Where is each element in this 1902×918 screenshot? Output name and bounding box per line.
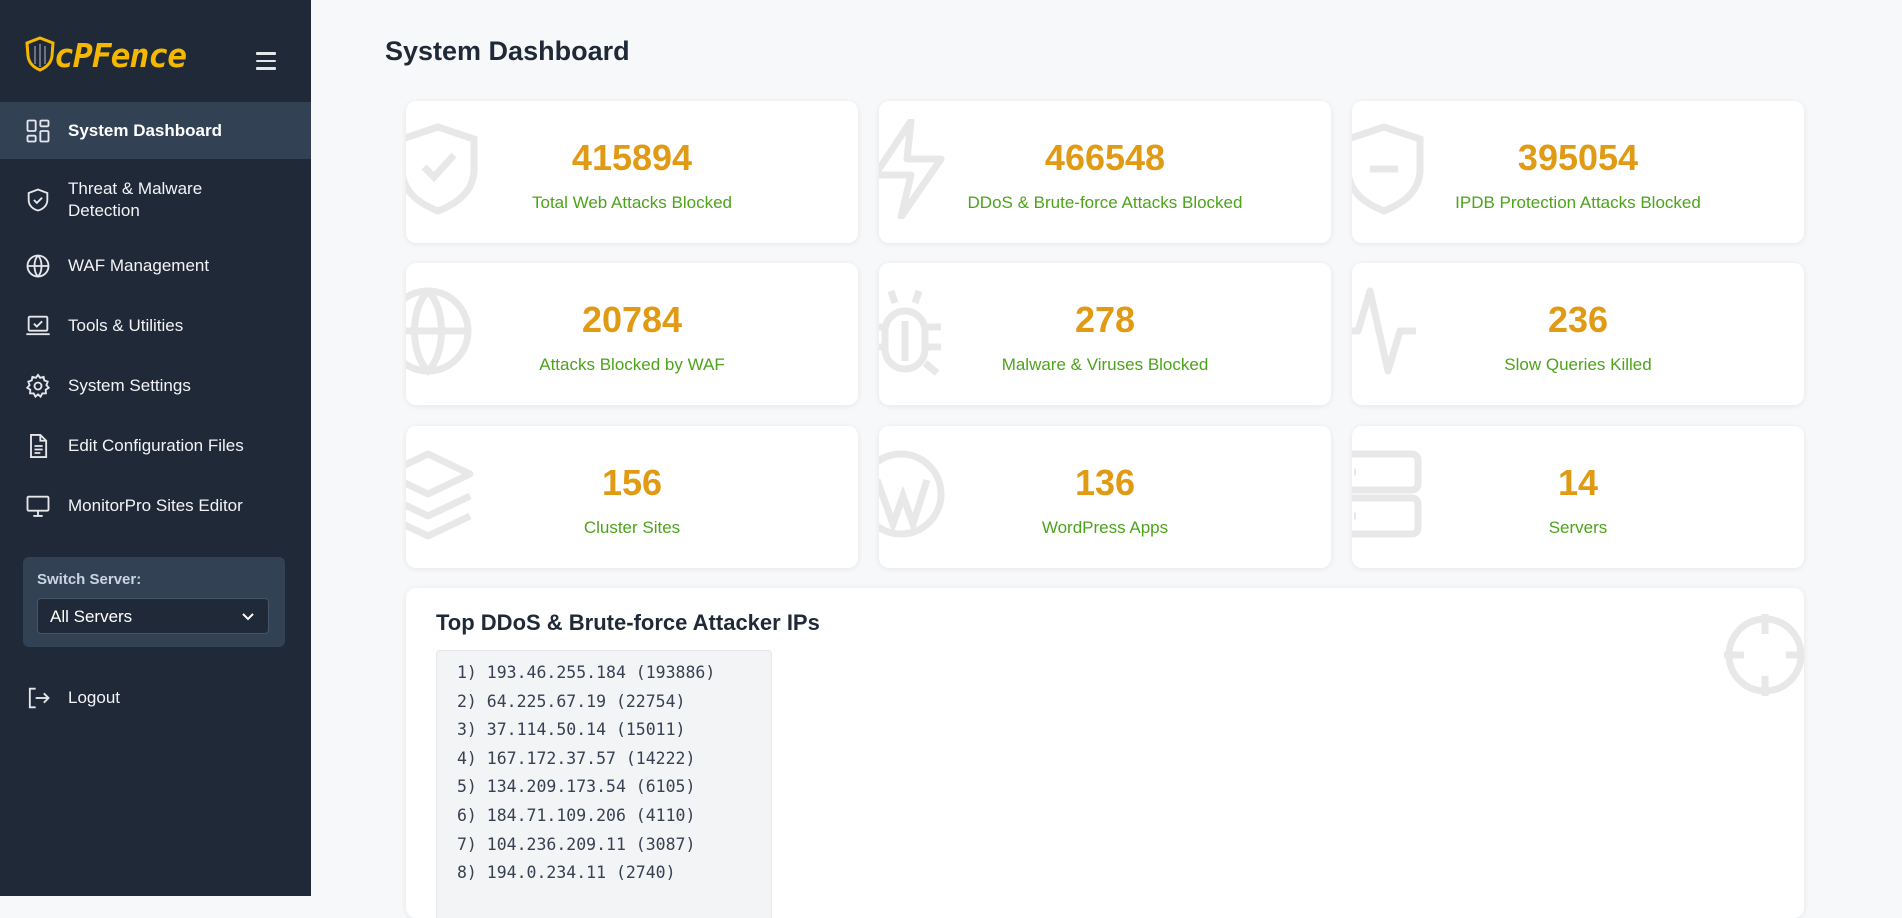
sidebar-item-label: System Dashboard — [68, 120, 222, 140]
logout-button[interactable]: Logout — [0, 670, 311, 726]
stat-card-total-web-attacks: 415894 Total Web Attacks Blocked — [406, 101, 858, 243]
stat-label: Servers — [1548, 518, 1608, 537]
stat-value: 415894 — [571, 137, 693, 178]
logo[interactable]: cPFence — [24, 34, 286, 76]
stat-card-ddos-brute-force: 466548 DDoS & Brute-force Attacks Blocke… — [879, 101, 1331, 243]
stat-label: Total Web Attacks Blocked — [531, 193, 732, 212]
chevron-down-icon — [242, 613, 254, 621]
stat-value: 136 — [1074, 462, 1136, 503]
stat-value: 466548 — [1044, 137, 1166, 178]
server-select-value: All Servers — [50, 607, 133, 626]
logo-text: cPFence — [54, 36, 187, 75]
sidebar-item-label: WAF Management — [68, 256, 210, 275]
attacker-ip-list: 1) 193.46.255.184 (193886) 2) 64.225.67.… — [436, 650, 772, 918]
stat-label: Cluster Sites — [583, 518, 681, 537]
stat-value: 395054 — [1517, 137, 1639, 178]
monitor-icon — [24, 492, 52, 520]
attacker-ip-line: 2) 64.225.67.19 (22754) — [457, 691, 686, 711]
stat-label: Malware & Viruses Blocked — [1001, 355, 1209, 374]
server-select[interactable]: All Servers — [37, 598, 269, 634]
file-text-icon — [24, 432, 52, 460]
stat-value: 278 — [1074, 299, 1136, 340]
stat-value: 14 — [1557, 462, 1599, 503]
switch-server-label: Switch Server: — [37, 571, 142, 588]
stat-card-ipdb-protection: 395054 IPDB Protection Attacks Blocked — [1352, 101, 1804, 243]
stat-card-cluster-sites: 156 Cluster Sites — [406, 426, 858, 568]
menu-toggle-icon[interactable] — [256, 52, 276, 70]
sidebar: cPFence System Dashboard Threat & Malwar… — [0, 0, 311, 896]
sidebar-item-system-settings[interactable]: System Settings — [0, 358, 311, 414]
stat-value: 20784 — [581, 299, 683, 340]
attacker-ip-line: 6) 184.71.109.206 (4110) — [457, 805, 696, 825]
stat-card-wordpress-apps: 136 WordPress Apps — [879, 426, 1331, 568]
dashboard-icon — [24, 117, 52, 145]
switch-server-panel: Switch Server: All Servers — [23, 557, 285, 647]
laptop-check-icon — [24, 312, 52, 340]
sidebar-item-edit-configuration-files[interactable]: Edit Configuration Files — [0, 418, 311, 474]
stat-label: IPDB Protection Attacks Blocked — [1455, 193, 1701, 212]
sidebar-item-threat-malware-detection[interactable]: Threat & Malware Detection — [0, 170, 311, 230]
stat-card-servers: 14 Servers — [1352, 426, 1804, 568]
sidebar-item-label: Edit Configuration Files — [68, 436, 244, 455]
attacker-ip-line: 8) 194.0.234.11 (2740) — [457, 863, 676, 883]
stat-label: Attacks Blocked by WAF — [539, 355, 725, 374]
sidebar-item-monitorpro-sites-editor[interactable]: MonitorPro Sites Editor — [0, 478, 311, 534]
attacker-ip-line: 1) 193.46.255.184 (193886) — [457, 663, 716, 682]
stat-label: Slow Queries Killed — [1504, 355, 1652, 374]
shield-logo-icon — [25, 36, 55, 72]
top-attacker-ips-panel: Top DDoS & Brute-force Attacker IPs 1) 1… — [406, 588, 1804, 918]
sidebar-item-label: Threat & Malware Detection — [68, 179, 203, 220]
attacker-ip-line: 5) 134.209.173.54 (6105) — [457, 777, 696, 797]
crosshair-icon — [1724, 614, 1804, 696]
sidebar-item-system-dashboard[interactable]: System Dashboard — [0, 102, 311, 159]
sidebar-item-label: MonitorPro Sites Editor — [68, 496, 243, 515]
sidebar-item-waf-management[interactable]: WAF Management — [0, 238, 311, 294]
sidebar-item-tools-utilities[interactable]: Tools & Utilities — [0, 298, 311, 354]
logout-icon — [24, 684, 52, 712]
stat-card-attacks-blocked-waf: 20784 Attacks Blocked by WAF — [406, 263, 858, 405]
attacker-ip-line: 4) 167.172.37.57 (14222) — [457, 748, 696, 768]
logout-label: Logout — [68, 688, 120, 707]
gear-icon — [24, 372, 52, 400]
page-title: System Dashboard — [385, 36, 630, 66]
stat-label: DDoS & Brute-force Attacks Blocked — [967, 193, 1243, 212]
globe-icon — [24, 252, 52, 280]
sidebar-item-label: System Settings — [68, 376, 191, 395]
stat-value: 156 — [601, 462, 663, 503]
sidebar-item-label: Tools & Utilities — [68, 316, 184, 335]
stat-value: 236 — [1547, 299, 1609, 340]
attacker-ip-line: 7) 104.236.209.11 (3087) — [457, 834, 696, 854]
stat-label: WordPress Apps — [1041, 518, 1169, 537]
stat-card-malware-viruses: 278 Malware & Viruses Blocked — [879, 263, 1331, 405]
shield-check-icon — [24, 186, 52, 214]
stat-card-slow-queries: 236 Slow Queries Killed — [1352, 263, 1804, 405]
attacker-ip-line: 3) 37.114.50.14 (15011) — [457, 720, 686, 740]
top-attacker-ips-title: Top DDoS & Brute-force Attacker IPs — [436, 610, 820, 635]
